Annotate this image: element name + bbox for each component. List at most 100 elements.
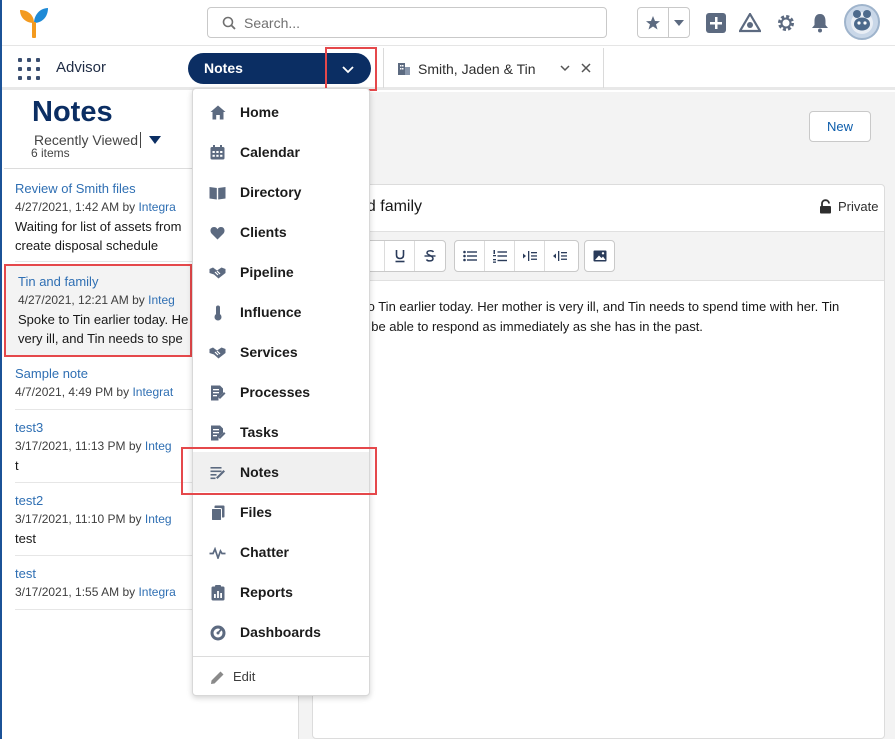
menu-item-label: Tasks	[240, 424, 279, 440]
menu-item-services[interactable]: Services	[193, 332, 369, 372]
nav-dropdown-menu: Home Calendar Directory Clients Pipeline…	[192, 88, 370, 696]
menu-item-clients[interactable]: Clients	[193, 212, 369, 252]
note-item-date: 3/17/2021, 11:13 PM	[15, 439, 126, 453]
tab-divider	[603, 48, 604, 88]
global-create-button[interactable]	[704, 11, 728, 35]
close-icon[interactable]	[580, 62, 592, 74]
favorite-star-button[interactable]	[638, 8, 670, 37]
bullet-list-icon	[462, 250, 477, 262]
outdent-button[interactable]	[545, 241, 575, 271]
note-item-by: by	[116, 385, 130, 399]
menu-edit-label: Edit	[233, 669, 256, 684]
indent-icon	[522, 251, 537, 261]
thermometer-icon	[209, 304, 226, 321]
privacy-label: Private	[838, 199, 879, 214]
menu-item-home[interactable]: Home	[193, 92, 369, 132]
user-avatar[interactable]	[844, 4, 880, 40]
app-logo-icon[interactable]	[16, 6, 52, 40]
note-item-by: by	[122, 585, 136, 599]
global-header	[2, 0, 895, 46]
menu-item-label: Reports	[240, 584, 293, 600]
menu-item-tasks[interactable]: Tasks	[193, 412, 369, 452]
note-item-by: by	[122, 200, 136, 214]
note-item-owner[interactable]: Integ	[145, 512, 172, 526]
numbered-list-icon	[492, 249, 507, 263]
record-tab[interactable]: Smith, Jaden & Tin	[397, 59, 536, 79]
highlight-box-selected-note	[4, 264, 192, 357]
pulse-icon	[209, 544, 226, 561]
menu-item-label: Clients	[240, 224, 287, 240]
new-note-button[interactable]: New	[809, 111, 871, 142]
indent-button[interactable]	[515, 241, 545, 271]
home-icon	[209, 104, 226, 121]
task-icon	[209, 424, 226, 441]
star-icon	[646, 15, 661, 29]
menu-item-reports[interactable]: Reports	[193, 572, 369, 612]
insert-image-button[interactable]	[585, 241, 614, 271]
plus-box-icon	[706, 13, 726, 33]
favorites-dropdown-button[interactable]	[669, 8, 689, 37]
numbered-list-button[interactable]	[485, 241, 515, 271]
process-icon	[209, 384, 226, 401]
caret-down-icon	[674, 19, 685, 26]
menu-item-label: Processes	[240, 384, 311, 400]
report-icon	[209, 584, 226, 601]
menu-item-label: Calendar	[240, 144, 300, 160]
note-item-date: 4/7/2021, 4:49 PM	[15, 385, 114, 399]
global-search[interactable]	[207, 7, 607, 38]
gauge-icon	[209, 624, 226, 641]
menu-item-influence[interactable]: Influence	[193, 292, 369, 332]
note-item-date: 4/27/2021, 1:42 AM	[15, 200, 120, 214]
astro-avatar-icon	[851, 10, 873, 34]
setup-button[interactable]	[774, 11, 798, 35]
note-item-owner[interactable]: Integra	[138, 200, 175, 214]
menu-item-directory[interactable]: Directory	[193, 172, 369, 212]
record-tab-label: Smith, Jaden & Tin	[418, 61, 536, 77]
menu-item-processes[interactable]: Processes	[193, 372, 369, 412]
menu-item-label: Pipeline	[240, 264, 294, 280]
trailhead-icon	[739, 13, 761, 33]
strikethrough-button[interactable]	[415, 241, 445, 271]
outdent-icon	[553, 251, 567, 261]
highlight-box-dropdown	[325, 47, 377, 91]
note-item-by: by	[128, 439, 142, 453]
menu-item-pipeline[interactable]: Pipeline	[193, 252, 369, 292]
menu-item-dashboards[interactable]: Dashboards	[193, 612, 369, 652]
handshake-icon	[209, 264, 226, 281]
menu-item-label: Chatter	[240, 544, 290, 560]
pencil-icon	[209, 669, 226, 686]
menu-item-edit[interactable]: Edit	[193, 657, 369, 697]
note-body[interactable]: to Tin earlier today. Her mother is very…	[364, 297, 879, 337]
trailhead-button[interactable]	[738, 11, 762, 35]
gear-icon	[778, 15, 794, 31]
lock-icon	[820, 199, 831, 214]
chevron-down-icon[interactable]	[559, 62, 571, 74]
app-frame: Advisor Notes Smith, Jaden & Tin New nd …	[0, 0, 895, 739]
note-item-date: 3/17/2021, 11:10 PM	[15, 512, 126, 526]
app-name: Advisor	[56, 59, 107, 76]
app-launcher-icon[interactable]	[18, 58, 40, 80]
calendar-icon	[209, 144, 226, 161]
page-title: Notes	[32, 96, 113, 128]
menu-item-files[interactable]: Files	[193, 492, 369, 532]
note-item-owner[interactable]: Integrat	[132, 385, 173, 399]
search-input[interactable]	[244, 14, 584, 31]
menu-item-label: Home	[240, 104, 279, 120]
bullet-list-button[interactable]	[455, 241, 485, 271]
underline-button[interactable]	[385, 241, 415, 271]
search-icon	[222, 16, 236, 30]
heart-icon	[209, 224, 226, 241]
note-item-owner[interactable]: Integ	[145, 439, 172, 453]
notifications-button[interactable]	[808, 11, 832, 35]
account-building-icon	[398, 63, 410, 75]
menu-item-calendar[interactable]: Calendar	[193, 132, 369, 172]
menu-item-label: Services	[240, 344, 298, 360]
strikethrough-icon	[424, 250, 436, 262]
note-item-owner[interactable]: Integra	[138, 585, 175, 599]
image-icon	[593, 250, 606, 262]
menu-item-label: Dashboards	[240, 624, 321, 640]
note-body-line-2: t be able to respond as immediately as s…	[364, 319, 703, 334]
menu-item-label: Influence	[240, 304, 302, 320]
privacy-indicator[interactable]: Private	[819, 199, 878, 214]
menu-item-chatter[interactable]: Chatter	[193, 532, 369, 572]
